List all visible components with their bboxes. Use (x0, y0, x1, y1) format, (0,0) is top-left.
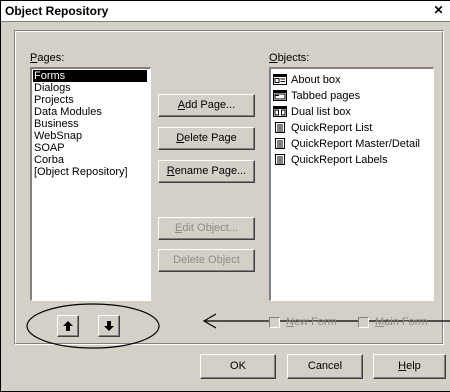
move-down-button[interactable] (98, 315, 120, 337)
main-form-label: Main Form (375, 316, 428, 328)
new-form-label: New Form (286, 316, 337, 328)
arrow-up-icon (63, 321, 73, 331)
help-button[interactable]: Help (373, 354, 446, 379)
new-form-checkbox[interactable] (269, 317, 280, 328)
arrow-down-icon (104, 321, 114, 331)
ok-button[interactable]: OK (200, 354, 276, 379)
object-repository-dialog: Object Repository ✕ Pages: Objects: Form… (0, 0, 450, 392)
highlight-ellipse (26, 303, 160, 349)
main-form-checkbox[interactable] (358, 317, 369, 328)
cancel-button[interactable]: Cancel (287, 354, 363, 379)
move-up-button[interactable] (57, 315, 79, 337)
